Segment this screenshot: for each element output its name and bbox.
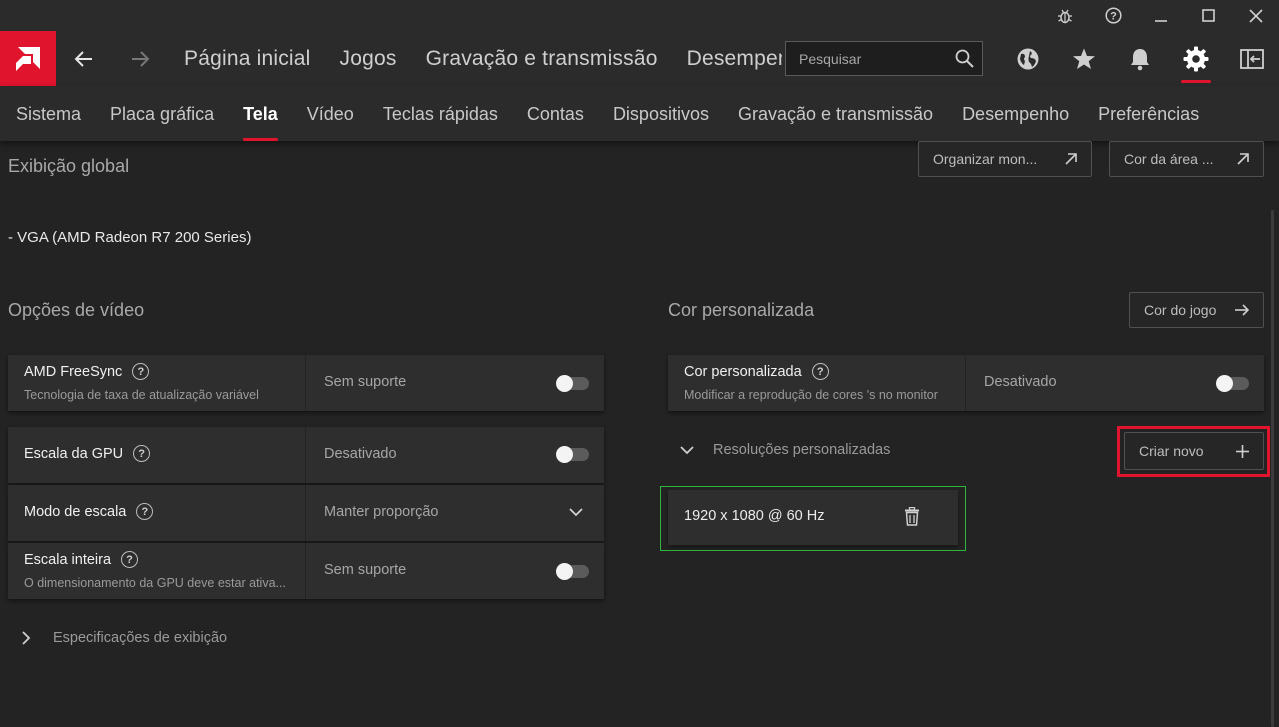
- settings-tab-bar: Sistema Placa gráfica Tela Vídeo Teclas rápi…: [0, 86, 1279, 141]
- gpu-scaling-setting: Escala da GPU ? Desativado: [8, 427, 604, 483]
- tab-gravacao[interactable]: Gravação e transmissão: [738, 86, 933, 142]
- scrollbar[interactable]: [1271, 210, 1274, 727]
- custom-color-label: Cor personalizada: [684, 363, 802, 380]
- custom-color-title: Cor personalizada: [668, 300, 815, 320]
- search-input[interactable]: [786, 42, 946, 75]
- back-arrow-icon[interactable]: [56, 31, 112, 86]
- desktop-color-label: Cor da área ...: [1124, 151, 1214, 167]
- video-options-title: Opções de vídeo: [8, 300, 145, 320]
- game-color-label: Cor do jogo: [1144, 302, 1217, 318]
- nav-performance[interactable]: Desempenho: [687, 31, 782, 86]
- bell-icon[interactable]: [1112, 31, 1168, 86]
- minimize-icon[interactable]: [1138, 0, 1184, 31]
- title-bar: ?: [0, 0, 1279, 31]
- integer-scaling-value: Sem suporte: [324, 562, 407, 578]
- tab-sistema[interactable]: Sistema: [16, 86, 81, 142]
- main-navigation: Página inicial Jogos Gravação e transmissã…: [0, 31, 1279, 86]
- gear-icon[interactable]: [1168, 31, 1224, 86]
- display-specs-expander[interactable]: Especificações de exibição: [22, 630, 227, 646]
- chevron-down-icon: [680, 445, 694, 454]
- arrow-right-icon: [1235, 304, 1249, 316]
- help-icon[interactable]: ?: [811, 363, 829, 380]
- custom-resolutions-expander[interactable]: Resoluções personalizadas: [680, 442, 890, 458]
- custom-color-description: Modificar a reprodução de cores 's no mo…: [684, 388, 938, 402]
- nav-games[interactable]: Jogos: [340, 31, 397, 86]
- organize-monitors-button[interactable]: Organizar mon...: [918, 141, 1092, 177]
- star-icon[interactable]: [1056, 31, 1112, 86]
- globe-icon[interactable]: [1000, 31, 1056, 86]
- tab-placa-grafica[interactable]: Placa gráfica: [110, 86, 214, 142]
- scaling-mode-label: Modo de escala: [24, 503, 127, 520]
- help-icon[interactable]: ?: [121, 551, 139, 568]
- tab-tela[interactable]: Tela: [243, 86, 278, 142]
- amd-logo[interactable]: [0, 31, 56, 86]
- integer-scaling-description: O dimensionamento da GPU deve estar ativ…: [24, 576, 286, 590]
- tab-preferencias[interactable]: Preferências: [1098, 86, 1199, 142]
- integer-scaling-toggle[interactable]: [556, 563, 589, 580]
- tab-video[interactable]: Vídeo: [307, 86, 354, 142]
- main-nav-links: Página inicial Jogos Gravação e transmissã…: [184, 31, 782, 86]
- custom-color-toggle[interactable]: [1216, 375, 1249, 392]
- forward-arrow-icon[interactable]: [112, 31, 168, 86]
- gpu-scaling-toggle[interactable]: [556, 446, 589, 463]
- resolution-value: 1920 x 1080 @ 60 Hz: [684, 508, 825, 524]
- help-icon[interactable]: ?: [136, 503, 154, 520]
- gpu-scaling-value: Desativado: [324, 446, 397, 462]
- external-link-icon: [1237, 153, 1249, 165]
- external-link-icon: [1065, 153, 1077, 165]
- svg-text:?: ?: [1110, 11, 1117, 23]
- display-name: - VGA (AMD Radeon R7 200 Series): [8, 229, 252, 246]
- close-icon[interactable]: [1233, 0, 1279, 31]
- trash-icon[interactable]: [904, 506, 920, 531]
- custom-color-setting: Cor personalizada ? Modificar a reproduç…: [668, 355, 1264, 411]
- chevron-down-icon[interactable]: [569, 508, 583, 517]
- help-icon[interactable]: ?: [132, 363, 150, 380]
- bug-icon[interactable]: [1042, 0, 1088, 31]
- freesync-description: Tecnologia de taxa de atualização variáv…: [24, 388, 259, 402]
- help-icon[interactable]: ?: [133, 445, 151, 462]
- custom-resolutions-label: Resoluções personalizadas: [713, 442, 891, 458]
- freesync-label: AMD FreeSync: [24, 363, 123, 380]
- freesync-value: Sem suporte: [324, 374, 407, 390]
- integer-scaling-label: Escala inteira: [24, 551, 112, 568]
- display-specs-label: Especificações de exibição: [53, 630, 228, 646]
- maximize-icon[interactable]: [1185, 0, 1231, 31]
- game-color-button[interactable]: Cor do jogo: [1129, 292, 1264, 328]
- global-display-title: Exibição global: [8, 156, 130, 176]
- freesync-toggle[interactable]: [556, 375, 589, 392]
- gpu-scaling-label: Escala da GPU: [24, 445, 124, 462]
- custom-color-value: Desativado: [984, 374, 1057, 390]
- tab-dispositivos[interactable]: Dispositivos: [613, 86, 709, 142]
- sidebar-toggle-icon[interactable]: [1224, 31, 1279, 86]
- search-box: [785, 41, 983, 76]
- tab-contas[interactable]: Contas: [527, 86, 584, 142]
- tab-desempenho[interactable]: Desempenho: [962, 86, 1069, 142]
- highlight-box-red: [1117, 426, 1270, 477]
- scaling-mode-setting: Modo de escala ? Manter proporção: [8, 485, 604, 541]
- tab-teclas-rapidas[interactable]: Teclas rápidas: [383, 86, 498, 142]
- scaling-mode-value[interactable]: Manter proporção: [324, 504, 438, 520]
- custom-resolution-item: 1920 x 1080 @ 60 Hz: [668, 490, 958, 545]
- organize-monitors-label: Organizar mon...: [933, 151, 1038, 167]
- help-icon[interactable]: ?: [1090, 0, 1136, 31]
- nav-recording[interactable]: Gravação e transmissão: [426, 31, 658, 86]
- chevron-right-icon: [22, 631, 31, 645]
- freesync-setting: AMD FreeSync ? Tecnologia de taxa de atu…: [8, 355, 604, 411]
- search-icon[interactable]: [955, 49, 974, 73]
- desktop-color-button[interactable]: Cor da área ...: [1109, 141, 1264, 177]
- nav-home[interactable]: Página inicial: [184, 31, 311, 86]
- integer-scaling-setting: Escala inteira ? O dimensionamento da GP…: [8, 543, 604, 599]
